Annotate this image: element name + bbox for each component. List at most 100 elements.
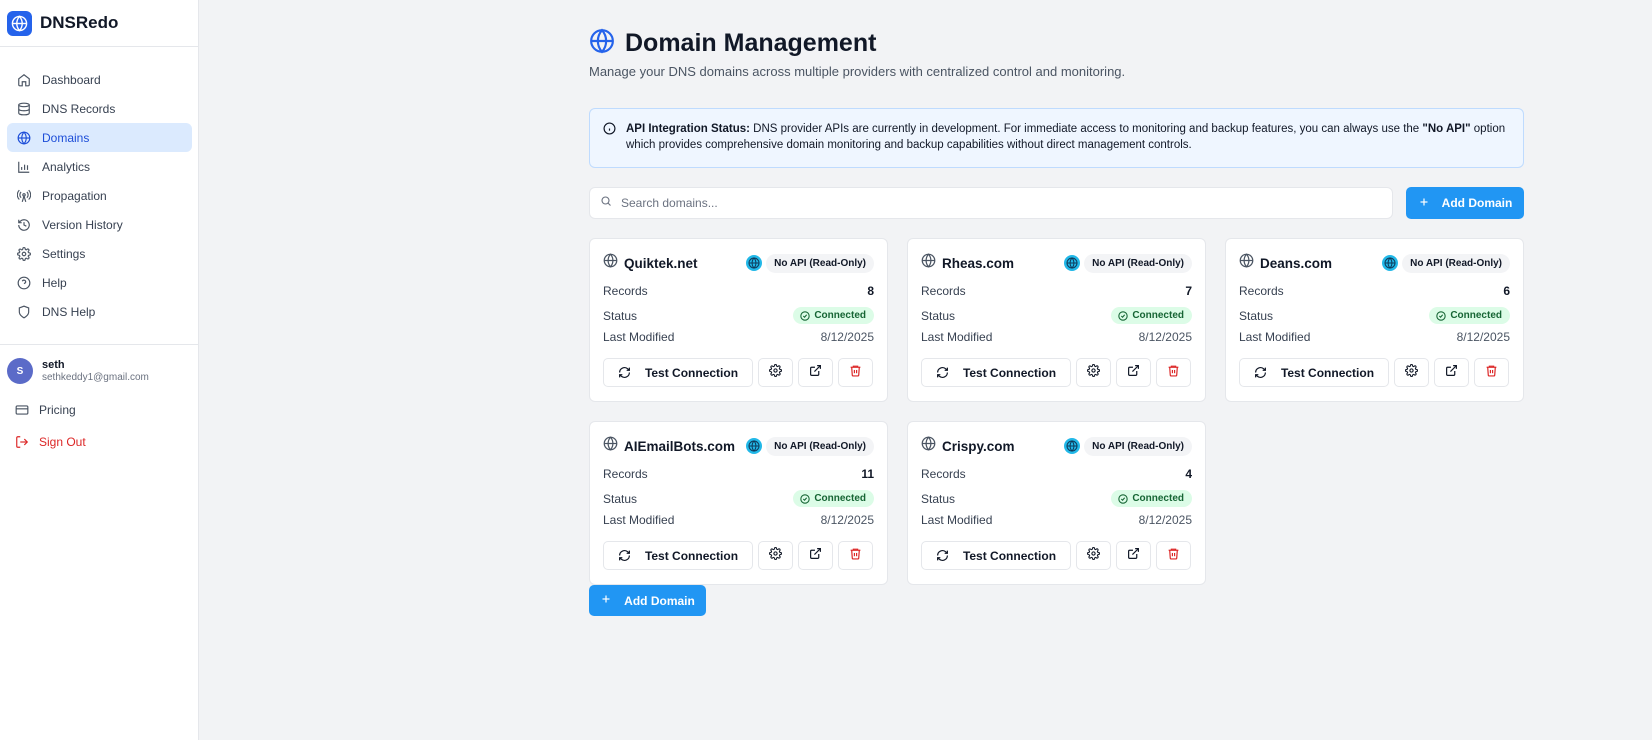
refresh-icon bbox=[1254, 366, 1267, 379]
brand[interactable]: DNSRedo bbox=[0, 0, 198, 47]
status-text: Connected bbox=[814, 310, 866, 321]
last-modified-date: 8/12/2025 bbox=[1456, 330, 1510, 344]
domain-name: Quiktek.net bbox=[624, 255, 698, 271]
delete-button[interactable] bbox=[1156, 541, 1191, 570]
search-icon bbox=[600, 194, 612, 212]
trash-icon bbox=[1485, 364, 1498, 382]
records-count: 6 bbox=[1503, 284, 1510, 298]
gear-icon bbox=[769, 363, 782, 382]
settings-button[interactable] bbox=[1076, 358, 1111, 387]
status-text: Connected bbox=[1132, 310, 1184, 321]
gear-icon bbox=[1087, 546, 1100, 565]
sidebar-item-settings[interactable]: Settings bbox=[7, 239, 192, 268]
search-input[interactable] bbox=[621, 196, 1381, 210]
alert-label: API Integration Status: bbox=[626, 123, 750, 135]
sidebar-item-domains[interactable]: Domains bbox=[7, 123, 192, 152]
api-badge: No API (Read-Only) bbox=[1402, 253, 1510, 273]
test-connection-button[interactable]: Test Connection bbox=[603, 541, 753, 570]
bar-chart-icon bbox=[16, 159, 32, 175]
sidebar-item-label: Dashboard bbox=[42, 72, 101, 87]
domain-name: AIEmailBots.com bbox=[624, 438, 736, 454]
avatar: S bbox=[7, 358, 33, 384]
help-circle-icon bbox=[16, 275, 32, 291]
records-count: 4 bbox=[1185, 467, 1192, 481]
check-circle-icon bbox=[800, 493, 811, 504]
settings-button[interactable] bbox=[1076, 541, 1111, 570]
globe-icon bbox=[603, 253, 618, 273]
records-count: 11 bbox=[861, 467, 874, 481]
test-connection-button[interactable]: Test Connection bbox=[921, 541, 1071, 570]
test-connection-button[interactable]: Test Connection bbox=[921, 358, 1071, 387]
api-status-alert: API Integration Status: DNS provider API… bbox=[589, 108, 1524, 168]
sign-out-label: Sign Out bbox=[39, 435, 86, 449]
last-modified-label: Last Modified bbox=[921, 513, 993, 527]
records-label: Records bbox=[921, 284, 966, 298]
sidebar-item-label: DNS Records bbox=[42, 101, 116, 116]
test-connection-label: Test Connection bbox=[644, 365, 739, 380]
test-connection-button[interactable]: Test Connection bbox=[603, 358, 753, 387]
delete-button[interactable] bbox=[838, 541, 873, 570]
settings-button[interactable] bbox=[758, 358, 793, 387]
user-profile[interactable]: S seth sethkeddy1@gmail.com bbox=[7, 358, 149, 384]
external-link-icon bbox=[809, 547, 822, 565]
status-badge: Connected bbox=[793, 490, 874, 507]
add-domain-button[interactable]: Add Domain bbox=[1406, 187, 1524, 219]
open-external-button[interactable] bbox=[1116, 541, 1151, 570]
last-modified-label: Last Modified bbox=[1239, 330, 1311, 344]
records-label: Records bbox=[1239, 284, 1284, 298]
settings-button[interactable] bbox=[758, 541, 793, 570]
sidebar-item-version-history[interactable]: Version History bbox=[7, 210, 192, 239]
sidebar-item-propagation[interactable]: Propagation bbox=[7, 181, 192, 210]
settings-button[interactable] bbox=[1394, 358, 1429, 387]
sidebar-item-label: Propagation bbox=[42, 188, 107, 203]
test-connection-label: Test Connection bbox=[644, 548, 739, 563]
check-circle-icon bbox=[1118, 310, 1129, 321]
provider-globe-icon bbox=[746, 438, 763, 454]
provider-globe-icon bbox=[746, 255, 763, 271]
check-circle-icon bbox=[1436, 310, 1447, 321]
delete-button[interactable] bbox=[1474, 358, 1509, 387]
gear-icon bbox=[1405, 363, 1418, 382]
records-count: 7 bbox=[1185, 284, 1192, 298]
open-external-button[interactable] bbox=[798, 541, 833, 570]
sidebar-item-dns-help[interactable]: DNS Help bbox=[7, 297, 192, 326]
last-modified-label: Last Modified bbox=[603, 330, 675, 344]
database-icon bbox=[16, 101, 32, 117]
globe-icon bbox=[921, 253, 936, 273]
add-domain-button-bottom[interactable]: Add Domain bbox=[589, 585, 706, 616]
user-email: sethkeddy1@gmail.com bbox=[42, 372, 149, 383]
status-label: Status bbox=[603, 491, 638, 506]
sidebar-item-analytics[interactable]: Analytics bbox=[7, 152, 192, 181]
sidebar-item-help[interactable]: Help bbox=[7, 268, 192, 297]
sidebar-item-label: Version History bbox=[42, 217, 123, 232]
sign-out-link[interactable]: Sign Out bbox=[14, 434, 86, 450]
globe-icon bbox=[16, 130, 32, 146]
provider-globe-icon bbox=[1064, 255, 1081, 271]
refresh-icon bbox=[936, 366, 949, 379]
domain-name: Deans.com bbox=[1260, 255, 1333, 271]
open-external-button[interactable] bbox=[1116, 358, 1151, 387]
open-external-button[interactable] bbox=[1434, 358, 1469, 387]
open-external-button[interactable] bbox=[798, 358, 833, 387]
records-label: Records bbox=[603, 467, 648, 481]
last-modified-label: Last Modified bbox=[921, 330, 993, 344]
shield-icon bbox=[16, 304, 32, 320]
records-label: Records bbox=[603, 284, 648, 298]
status-badge: Connected bbox=[1429, 307, 1510, 324]
refresh-icon bbox=[936, 549, 949, 562]
test-connection-button[interactable]: Test Connection bbox=[1239, 358, 1389, 387]
external-link-icon bbox=[1127, 364, 1140, 382]
status-text: Connected bbox=[1450, 310, 1502, 321]
sidebar-item-dashboard[interactable]: Dashboard bbox=[7, 65, 192, 94]
sidebar-item-dns-records[interactable]: DNS Records bbox=[7, 94, 192, 123]
credit-card-icon bbox=[14, 402, 30, 418]
delete-button[interactable] bbox=[1156, 358, 1191, 387]
search-box bbox=[589, 187, 1393, 219]
trash-icon bbox=[849, 547, 862, 565]
trash-icon bbox=[849, 364, 862, 382]
api-badge: No API (Read-Only) bbox=[766, 436, 874, 456]
gear-icon bbox=[769, 546, 782, 565]
pricing-link[interactable]: Pricing bbox=[14, 402, 76, 418]
provider-globe-icon bbox=[1382, 255, 1399, 271]
delete-button[interactable] bbox=[838, 358, 873, 387]
